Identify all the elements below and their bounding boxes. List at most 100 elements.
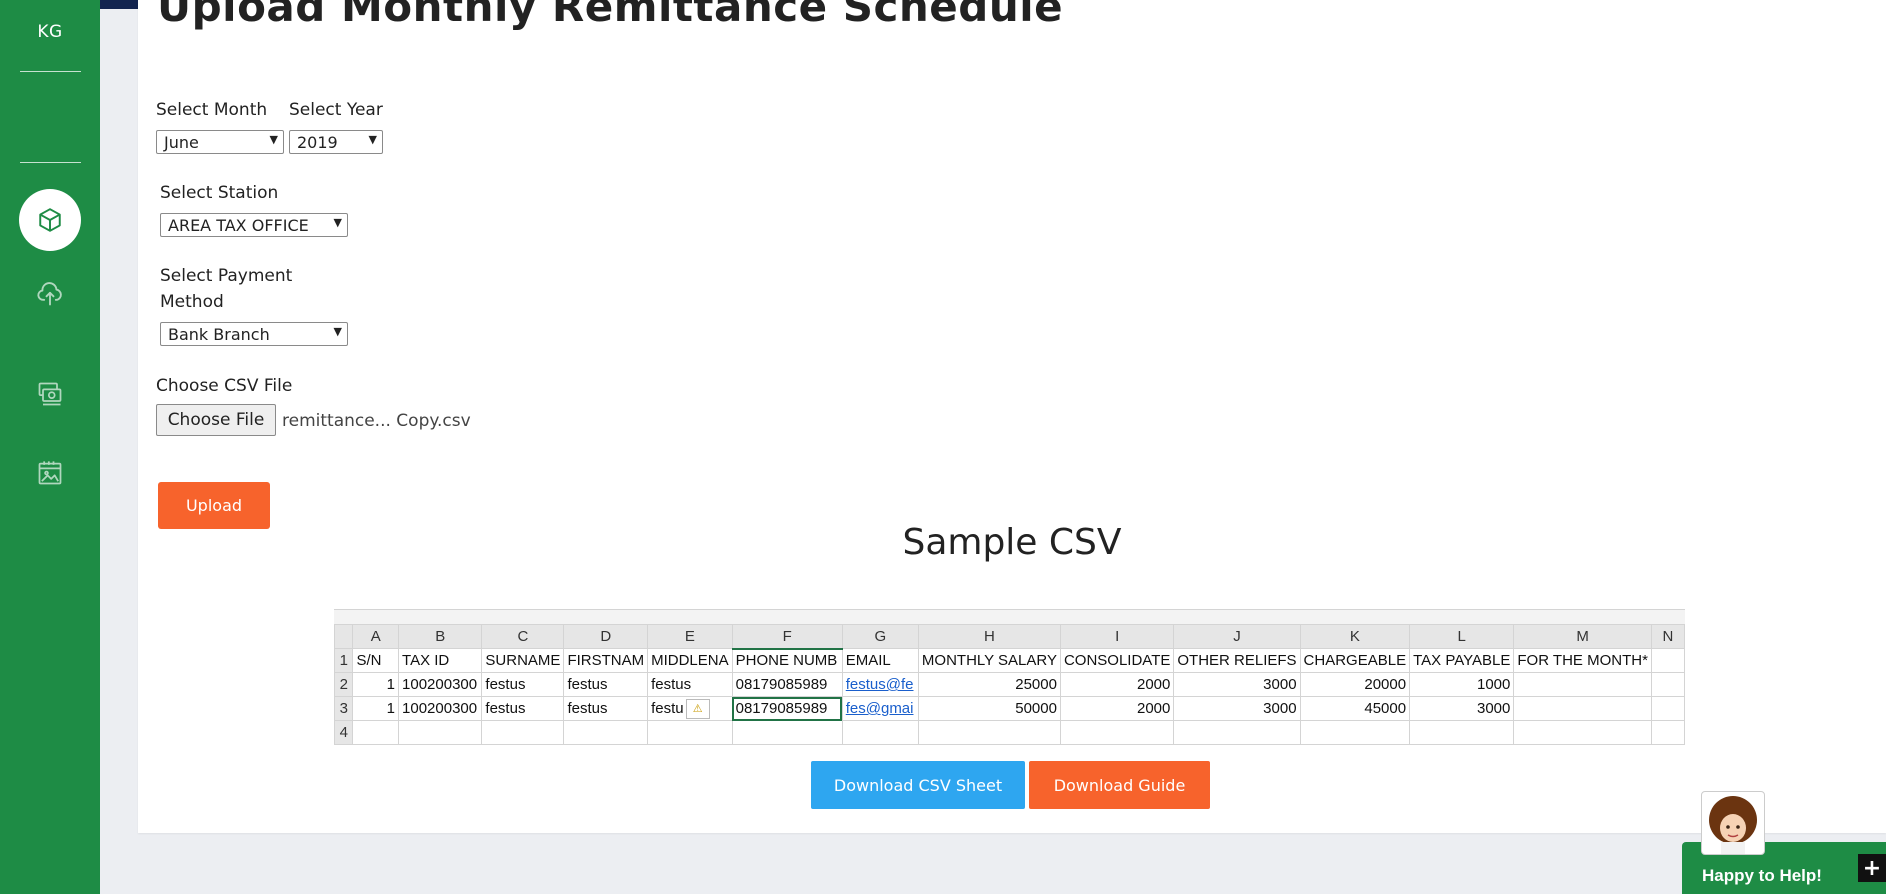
table-cell: TAX PAYABLE <box>1409 648 1515 673</box>
table-cell <box>731 720 843 745</box>
table-cell <box>1650 720 1685 745</box>
dropdown-arrow-icon: ▼ <box>269 133 278 146</box>
month-label: Select Month <box>156 100 268 120</box>
year-label: Select Year <box>289 100 383 120</box>
table-cell: 08179085989 <box>731 696 843 721</box>
table-cell: fes@gmai <box>841 696 919 721</box>
table-cell <box>1650 648 1685 673</box>
station-label: Select Station <box>160 183 279 203</box>
table-cell <box>1299 720 1411 745</box>
row-number: 4 <box>334 720 354 745</box>
table-cell: 1000 <box>1409 672 1515 697</box>
row-number: 3 <box>334 696 354 721</box>
sidebar-item-payments[interactable] <box>30 374 70 414</box>
sidebar: KG <box>0 0 100 894</box>
csv-file-label: Choose CSV File <box>156 376 293 396</box>
calendar-image-icon <box>38 461 62 485</box>
download-guide-button[interactable]: Download Guide <box>1029 761 1210 809</box>
warning-icon: ⚠ <box>685 698 710 719</box>
table-cell: CHARGEABLE <box>1299 648 1411 673</box>
month-select[interactable]: June ▼ <box>156 130 284 154</box>
support-avatar[interactable] <box>1701 791 1765 855</box>
user-initials[interactable]: KG <box>0 22 100 42</box>
table-cell <box>1513 720 1652 745</box>
payment-method-label: Select Payment <box>160 266 293 286</box>
dropdown-arrow-icon: ▼ <box>368 133 377 146</box>
sidebar-item-upload[interactable] <box>30 274 70 314</box>
payment-method-select[interactable]: Bank Branch ▼ <box>160 322 348 346</box>
table-row: 1 S/N TAX ID SURNAME FIRSTNAM MIDDLENA P… <box>334 648 1685 673</box>
column-header: H <box>917 624 1061 649</box>
table-cell: SURNAME <box>481 648 565 673</box>
table-cell: 2000 <box>1059 696 1175 721</box>
station-select[interactable]: AREA TAX OFFICE ▼ <box>160 213 348 237</box>
column-header: N <box>1650 624 1685 649</box>
dropdown-arrow-icon: ▼ <box>333 325 342 338</box>
sample-csv-title: Sample CSV <box>902 522 1122 563</box>
station-select-value: AREA TAX OFFICE <box>168 216 309 235</box>
table-cell <box>563 720 649 745</box>
table-cell <box>1513 672 1652 697</box>
column-header: B <box>398 624 483 649</box>
selected-file-name: remittance... Copy.csv <box>282 411 471 431</box>
table-row: 2 1 100200300 festus festus festus 08179… <box>334 672 1685 697</box>
table-cell: 1 <box>352 672 400 697</box>
table-cell <box>917 720 1061 745</box>
help-expand-button[interactable]: + <box>1858 854 1886 882</box>
table-cell: 08179085989 <box>731 672 843 697</box>
table-cell: MIDDLENA <box>647 648 733 673</box>
column-header: D <box>563 624 649 649</box>
table-cell: FIRSTNAM <box>563 648 649 673</box>
table-cell: 100200300 <box>398 696 483 721</box>
table-cell <box>481 720 565 745</box>
table-cell <box>352 720 400 745</box>
table-cell: 2000 <box>1059 672 1175 697</box>
money-icon <box>38 382 62 406</box>
table-cell <box>1513 696 1652 721</box>
column-header: L <box>1409 624 1515 649</box>
row-number: 2 <box>334 672 354 697</box>
table-cell <box>647 720 733 745</box>
year-select[interactable]: 2019 ▼ <box>289 130 383 154</box>
table-cell: festus <box>647 672 733 697</box>
divider <box>20 71 81 72</box>
table-cell: 1 <box>352 696 400 721</box>
table-cell: 3000 <box>1173 696 1301 721</box>
table-cell: S/N <box>352 648 400 673</box>
table-cell: CONSOLIDATE <box>1059 648 1175 673</box>
table-row: 4 <box>334 720 1685 745</box>
sidebar-item-remittance[interactable] <box>19 189 81 251</box>
table-cell: festus <box>481 672 565 697</box>
column-header: K <box>1299 624 1411 649</box>
table-cell: festus <box>563 696 649 721</box>
download-csv-button[interactable]: Download CSV Sheet <box>811 761 1025 809</box>
cell-text: festu <box>651 699 684 717</box>
table-cell: TAX ID <box>398 648 483 673</box>
table-cell: OTHER RELIEFS <box>1173 648 1301 673</box>
table-cell: festu ⚠ <box>647 696 733 721</box>
column-header: E <box>647 624 733 649</box>
table-cell: 3000 <box>1173 672 1301 697</box>
table-cell <box>398 720 483 745</box>
table-cell <box>1650 696 1685 721</box>
table-cell <box>1650 672 1685 697</box>
help-text: Happy to Help! <box>1702 866 1822 885</box>
table-cell: 100200300 <box>398 672 483 697</box>
table-cell <box>841 720 919 745</box>
table-row: 3 1 100200300 festus festus festu ⚠ 08179… <box>334 696 1685 721</box>
column-header: A <box>352 624 400 649</box>
page-title: Upload Monthly Remittance Schedule <box>157 0 1064 31</box>
cloud-upload-icon <box>37 282 62 306</box>
column-header: I <box>1059 624 1175 649</box>
choose-file-button[interactable]: Choose File <box>156 404 276 436</box>
table-cell <box>1059 720 1175 745</box>
cube-icon <box>39 208 61 232</box>
table-cell: 50000 <box>917 696 1061 721</box>
column-header: M <box>1513 624 1652 649</box>
column-header: C <box>481 624 565 649</box>
payment-method-label-2: Method <box>160 292 224 312</box>
table-cell <box>1409 720 1515 745</box>
sample-csv-table: A B C D E F G H I J K L M N 1 S/N TAX ID… <box>334 624 1685 745</box>
payment-method-value: Bank Branch <box>168 325 270 344</box>
sidebar-item-reports[interactable] <box>30 453 70 493</box>
